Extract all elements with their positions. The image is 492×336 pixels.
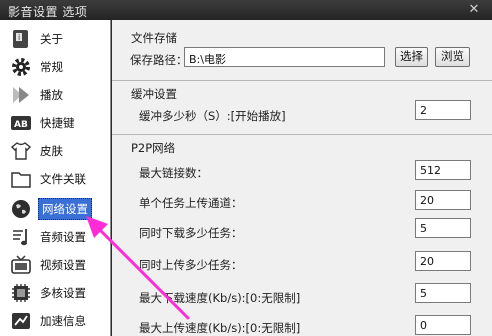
max-upload-speed-input[interactable]: 0 xyxy=(415,315,471,335)
sidebar-item-skin[interactable]: 皮肤 xyxy=(0,137,111,165)
max-links-label: 最大链接数： xyxy=(139,166,208,180)
svg-text:AB: AB xyxy=(14,120,28,130)
sidebar-item-general[interactable]: 常规 xyxy=(0,53,111,81)
ab-key-icon: AB xyxy=(11,116,31,130)
gear-icon xyxy=(12,58,30,76)
max-upload-speed-label: 最大上传速度(Kb/s):[0:无限制] xyxy=(139,321,301,335)
music-note-icon xyxy=(13,229,27,246)
folder-icon xyxy=(11,172,31,188)
buffer-seconds-input[interactable]: 2 xyxy=(415,100,471,120)
sidebar-item-label: 文件关联 xyxy=(40,172,86,186)
save-path-label: 保存路径： xyxy=(130,53,188,67)
svg-text:i: i xyxy=(18,33,20,42)
select-button[interactable]: 选择 xyxy=(395,47,428,67)
browse-button[interactable]: 浏览 xyxy=(435,47,470,67)
sidebar-item-acceleration[interactable]: 加速信息 xyxy=(0,307,111,335)
close-icon[interactable]: ✕ xyxy=(466,2,482,18)
section-divider xyxy=(112,80,492,81)
tv-icon xyxy=(11,255,31,274)
concurrent-download-input[interactable]: 5 xyxy=(415,218,471,238)
sidebar-item-file-association[interactable]: 文件关联 xyxy=(0,165,111,193)
file-storage-section-title: 文件存储 xyxy=(131,31,177,45)
play-arrows-icon xyxy=(13,87,29,103)
shirt-icon xyxy=(10,142,32,160)
sidebar-item-multicore[interactable]: 多核设置 xyxy=(0,279,111,307)
sidebar-item-about[interactable]: i 关于 xyxy=(0,25,111,53)
window-title: 影音设置 选项 xyxy=(8,5,88,19)
sidebar-item-label: 播放 xyxy=(40,88,63,102)
concurrent-download-label: 同时下载多少任务： xyxy=(139,226,243,240)
sidebar-item-label: 快捷键 xyxy=(40,116,75,130)
settings-sidebar: i 关于 常规 播放 AB 快捷键 皮肤 文件关联 网络设置 音频设置 视频设置… xyxy=(0,20,111,336)
sidebar-item-label: 视频设置 xyxy=(40,258,86,272)
info-card-icon: i xyxy=(13,30,28,48)
save-path-input[interactable]: B:\电影 xyxy=(184,47,385,67)
upload-channels-label: 单个任务上传通道： xyxy=(139,196,243,210)
sidebar-item-label: 多核设置 xyxy=(40,286,86,300)
sidebar-item-label: 皮肤 xyxy=(40,144,63,158)
sidebar-item-label: 常规 xyxy=(40,60,63,74)
p2p-section-title: P2P网络 xyxy=(131,141,176,155)
max-links-input[interactable]: 512 xyxy=(415,160,471,180)
max-download-speed-input[interactable]: 5 xyxy=(415,283,471,303)
title-bar: 影音设置 选项 ✕ xyxy=(0,0,492,20)
buffer-seconds-label: 缓冲多少秒（S）:[开始播放] xyxy=(139,109,286,123)
sidebar-item-shortcuts[interactable]: AB 快捷键 xyxy=(0,109,111,137)
sidebar-item-label: 关于 xyxy=(40,32,63,46)
speed-icon xyxy=(12,313,30,329)
globe-icon xyxy=(12,200,30,218)
sidebar-item-video[interactable]: 视频设置 xyxy=(0,251,111,279)
sidebar-item-label: 加速信息 xyxy=(40,314,86,328)
sidebar-item-label: 音频设置 xyxy=(40,230,86,244)
section-divider xyxy=(112,134,492,135)
chip-icon xyxy=(12,284,30,302)
sidebar-item-playback[interactable]: 播放 xyxy=(0,81,111,109)
sidebar-item-network[interactable]: 网络设置 xyxy=(0,195,111,223)
max-download-speed-label: 最大下载速度(Kb/s):[0:无限制] xyxy=(139,291,301,305)
concurrent-upload-input[interactable]: 20 xyxy=(415,251,471,271)
sidebar-item-label: 网络设置 xyxy=(38,198,92,220)
sidebar-item-audio[interactable]: 音频设置 xyxy=(0,223,111,251)
concurrent-upload-label: 同时上传多少任务： xyxy=(139,258,243,272)
upload-channels-input[interactable]: 20 xyxy=(415,190,471,210)
buffer-section-title: 缓冲设置 xyxy=(131,87,177,101)
